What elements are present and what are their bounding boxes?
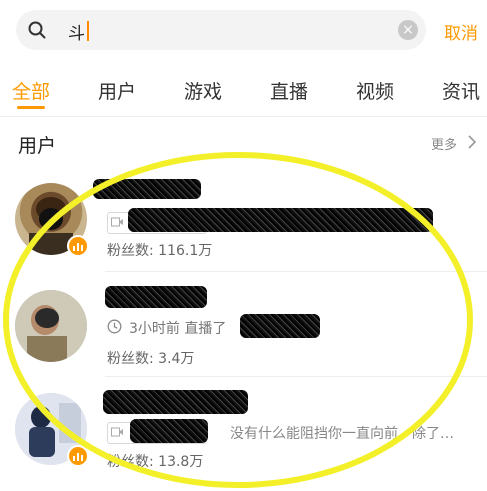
last-live-text: 3小时前 直播了 bbox=[129, 321, 227, 337]
user-row[interactable]: 粉丝数: 116.1万 bbox=[0, 175, 487, 270]
avatar-image bbox=[15, 290, 87, 362]
live-badge-icon bbox=[67, 235, 89, 257]
tab-news[interactable]: 资讯 bbox=[442, 77, 480, 104]
user-row[interactable]: 3小时前 直播了 粉丝数: 3.4万 bbox=[0, 280, 487, 375]
redacted-username bbox=[103, 390, 248, 414]
tab-all[interactable]: 全部 bbox=[12, 77, 50, 104]
search-icon bbox=[28, 21, 46, 39]
video-icon bbox=[111, 217, 123, 227]
search-bar[interactable]: 斗 × bbox=[16, 10, 426, 50]
redacted-username bbox=[105, 286, 207, 308]
redacted-description bbox=[128, 208, 433, 232]
clock-icon bbox=[107, 319, 122, 334]
chevron-right-icon[interactable] bbox=[466, 135, 478, 149]
tab-live[interactable]: 直播 bbox=[270, 77, 308, 104]
clear-search-button[interactable]: × bbox=[398, 20, 418, 40]
text-cursor bbox=[87, 21, 89, 41]
fans-count: 粉丝数: 116.1万 bbox=[107, 243, 213, 259]
redacted-tag bbox=[130, 419, 208, 443]
avatar[interactable] bbox=[15, 290, 87, 362]
section-title: 用户 bbox=[18, 135, 57, 157]
tab-videos[interactable]: 视频 bbox=[356, 77, 394, 104]
category-tabs: 全部 用户 游戏 直播 视频 资讯 bbox=[0, 70, 487, 110]
user-row[interactable]: 没有什么能阻挡你一直向前，除了… 粉丝数: 13.8万 bbox=[0, 385, 487, 480]
active-tab-indicator bbox=[17, 106, 45, 109]
tabs-divider bbox=[0, 116, 487, 117]
user-description: 没有什么能阻挡你一直向前，除了… bbox=[230, 426, 454, 442]
redacted-live-title bbox=[240, 314, 320, 338]
fans-count: 粉丝数: 3.4万 bbox=[107, 351, 195, 367]
video-icon bbox=[111, 427, 123, 437]
redacted-username bbox=[93, 179, 201, 199]
search-input[interactable]: 斗 bbox=[68, 19, 85, 44]
live-badge-icon bbox=[67, 445, 89, 467]
row-divider bbox=[105, 376, 487, 377]
cancel-button[interactable]: 取消 bbox=[444, 19, 478, 44]
more-link[interactable]: 更多 bbox=[431, 134, 457, 153]
fans-count: 粉丝数: 13.8万 bbox=[107, 454, 204, 470]
tab-games[interactable]: 游戏 bbox=[184, 77, 222, 104]
row-divider bbox=[105, 271, 487, 272]
tab-users[interactable]: 用户 bbox=[98, 77, 136, 104]
